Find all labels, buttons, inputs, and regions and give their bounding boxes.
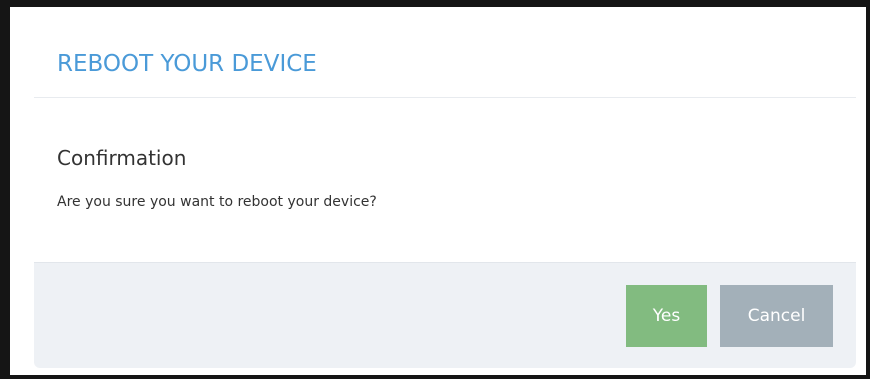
confirmation-heading: Confirmation bbox=[57, 146, 187, 170]
window-frame-left bbox=[0, 0, 10, 379]
yes-button[interactable]: Yes bbox=[626, 285, 707, 347]
title-divider bbox=[34, 97, 856, 98]
dialog-title: REBOOT YOUR DEVICE bbox=[57, 51, 317, 77]
reboot-dialog: REBOOT YOUR DEVICE Confirmation Are you … bbox=[10, 7, 866, 375]
window-frame-top bbox=[0, 0, 870, 7]
cancel-button[interactable]: Cancel bbox=[720, 285, 833, 347]
confirmation-message: Are you sure you want to reboot your dev… bbox=[57, 194, 377, 210]
dialog-footer: Yes Cancel bbox=[34, 262, 856, 368]
window-frame-right bbox=[866, 0, 870, 379]
window-frame-bottom bbox=[0, 375, 870, 379]
